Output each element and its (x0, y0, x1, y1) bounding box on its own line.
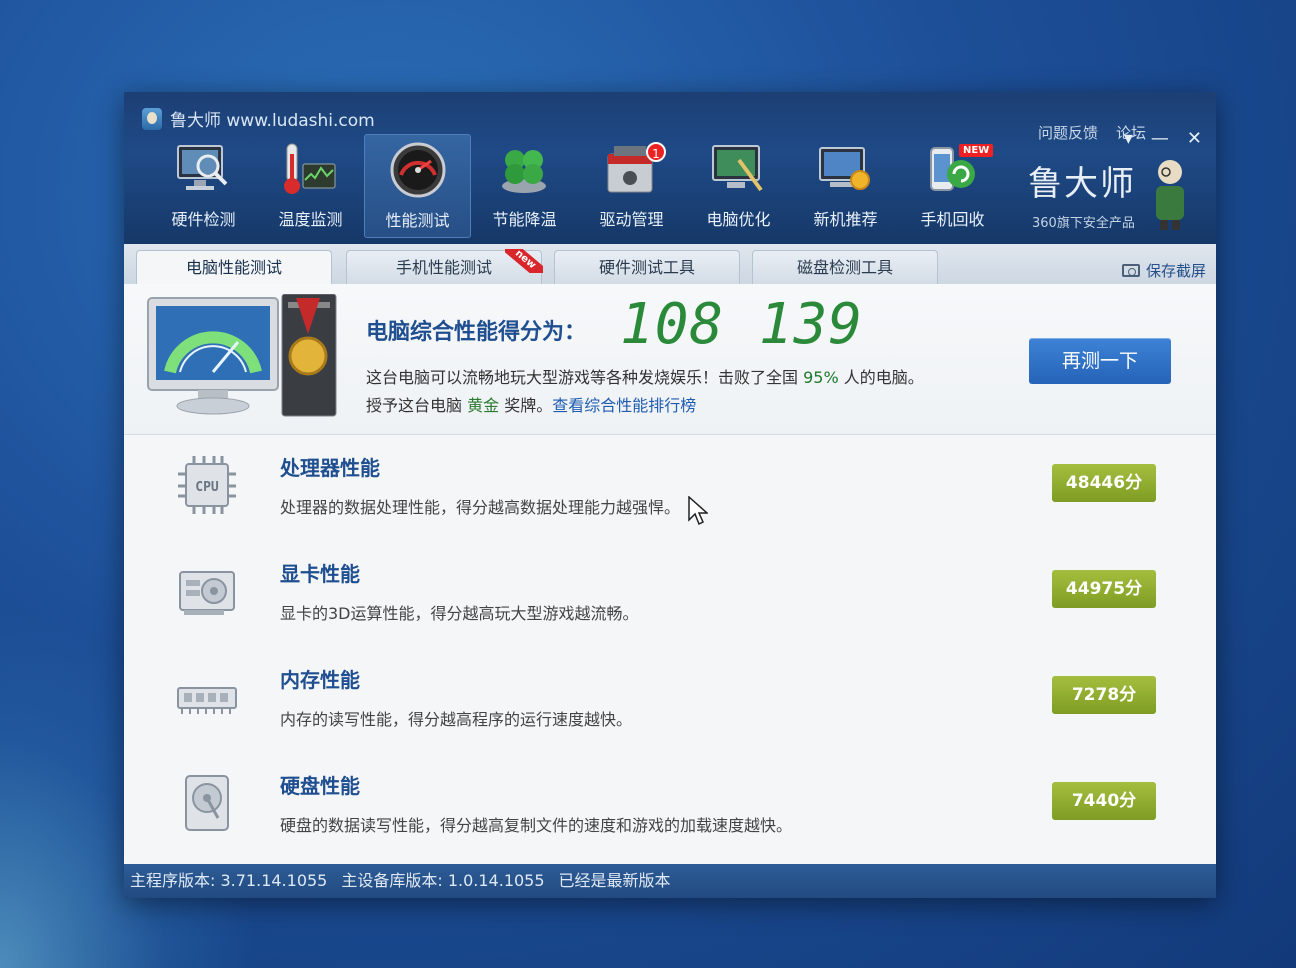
tab-pc-performance[interactable]: 电脑性能测试 (136, 250, 332, 286)
mascot-icon (1156, 160, 1184, 230)
window-controls: ▾ — ✕ (1124, 128, 1202, 149)
row-description: 处理器的数据处理性能，得分越高数据处理能力越强悍。 (280, 498, 681, 517)
main-nav: 硬件检测 温度监测 性能测试 节能降温 1 驱动管理 电脑优化 新机推荐 NEW… (150, 134, 1006, 238)
tab-label: 硬件测试工具 (598, 258, 695, 277)
row-disk: 硬盘性能 硬盘的数据读写性能，得分越高复制文件的速度和游戏的加载速度越快。 74… (124, 752, 1216, 858)
nav-item-energy-saving[interactable]: 节能降温 (471, 134, 578, 238)
app-logo-icon (142, 107, 162, 130)
score-badge: 7440分 (1052, 782, 1156, 820)
score-summary: 电脑综合性能得分为： 108 139 这台电脑可以流畅地玩大型游戏等各种发烧娱乐… (124, 284, 1216, 435)
brand-area: 鲁大师 360旗下安全产品 (1028, 150, 1188, 240)
row-title: 显卡性能 (280, 562, 360, 586)
score-badge: 48446分 (1052, 464, 1156, 502)
main-version: 主程序版本: 3.71.14.1055 (130, 871, 328, 890)
tab-hardware-tools[interactable]: 硬件测试工具 (554, 250, 740, 284)
broom-monitor-icon (712, 145, 763, 192)
new-corner-badge: new (505, 249, 543, 273)
ranking-link[interactable]: 查看综合性能排行榜 (552, 396, 696, 415)
tab-bar: 电脑性能测试 手机性能测试 new 硬件测试工具 磁盘检测工具 保存截屏 (124, 244, 1216, 286)
new-badge: NEW (959, 144, 994, 157)
hard-disk-icon (185, 775, 229, 831)
tab-label: 磁盘检测工具 (796, 258, 893, 277)
nav-label: 节能降温 (492, 210, 557, 229)
score-desc-b: 人的电脑。 (843, 368, 924, 387)
tab-label: 手机性能测试 (395, 258, 492, 277)
nav-item-new-pc[interactable]: 新机推荐 (792, 134, 899, 238)
row-description: 显卡的3D运算性能，得分越高玩大型游戏越流畅。 (280, 604, 639, 623)
score-desc-a: 这台电脑可以流畅地玩大型游戏等各种发烧娱乐！击败了全国 (366, 368, 799, 387)
tab-disk-tools[interactable]: 磁盘检测工具 (752, 250, 938, 284)
save-screenshot-button[interactable]: 保存截屏 (1121, 260, 1206, 281)
app-title: 鲁大师 www.ludashi.com (142, 106, 375, 131)
row-gpu: 显卡性能 显卡的3D运算性能，得分越高玩大型游戏越流畅。 44975分 (124, 540, 1216, 646)
row-title: 内存性能 (280, 668, 360, 692)
nav-label: 性能测试 (385, 211, 450, 230)
row-cpu: CPU 处理器性能 处理器的数据处理性能，得分越高数据处理能力越强悍。 4844… (124, 434, 1216, 540)
nav-label: 硬件检测 (171, 210, 236, 229)
tab-phone-performance[interactable]: 手机性能测试 new (346, 249, 543, 284)
update-count-badge: 1 (646, 142, 666, 162)
cpu-chip-icon: CPU (178, 456, 236, 514)
medal-description: 授予这台电脑 黄金 奖牌。查看综合性能排行榜 (366, 392, 696, 416)
total-score-value: 108 139 (620, 292, 864, 357)
save-screenshot-label: 保存截屏 (1145, 262, 1206, 280)
memory-stick-icon (177, 687, 237, 714)
camera-icon (1121, 264, 1140, 277)
cpu-icon-label: CPU (195, 480, 219, 495)
row-memory: 内存性能 内存的读写性能，得分越高程序的运行速度越快。 7278分 (124, 646, 1216, 752)
nav-item-hardware-check[interactable]: 硬件检测 (150, 134, 257, 238)
nav-label: 驱动管理 (599, 210, 664, 229)
medal-type: 黄金 (467, 396, 500, 415)
retest-button[interactable]: 再测一下 (1029, 338, 1171, 384)
nav-label: 新机推荐 (813, 210, 878, 229)
nav-item-driver-management[interactable]: 1 驱动管理 (578, 134, 685, 238)
row-title: 硬盘性能 (280, 774, 360, 798)
tab-label: 电脑性能测试 (185, 258, 282, 277)
row-description: 硬盘的数据读写性能，得分越高复制文件的速度和游戏的加载速度越快。 (280, 816, 793, 835)
clover-leaf-icon (502, 150, 546, 193)
score-description: 这台电脑可以流畅地玩大型游戏等各种发烧娱乐！击败了全国 95% 人的电脑。 (366, 364, 924, 388)
nav-item-temperature[interactable]: 温度监测 (257, 134, 364, 238)
update-status: 已经是最新版本 (558, 871, 671, 890)
brand-subtitle: 360旗下安全产品 (1032, 216, 1135, 231)
score-badge: 44975分 (1052, 570, 1156, 608)
new-pc-medal-icon (819, 147, 870, 190)
medal-desc-b: 奖牌。 (504, 396, 553, 415)
close-button[interactable]: ✕ (1187, 128, 1202, 149)
row-description: 内存的读写性能，得分越高程序的运行速度越快。 (280, 710, 633, 729)
brand-name: 鲁大师 (1028, 164, 1136, 204)
thermometer-icon (284, 143, 336, 194)
app-title-text: 鲁大师 www.ludashi.com (170, 111, 375, 131)
minimize-button[interactable]: — (1151, 128, 1169, 149)
device-db-version: 主设备库版本: 1.0.14.1055 (341, 871, 545, 890)
nav-label: 电脑优化 (706, 210, 771, 229)
medal-desc-a: 授予这台电脑 (366, 396, 463, 415)
hardware-monitor-icon (177, 145, 228, 190)
nav-item-performance-test[interactable]: 性能测试 (364, 134, 471, 238)
nav-label: 手机回收 (920, 210, 985, 229)
computer-gauge-illustration (147, 294, 337, 417)
menu-dropdown-icon[interactable]: ▾ (1124, 128, 1133, 149)
nav-item-phone-recycle[interactable]: NEW 手机回收 (899, 134, 1006, 238)
graphics-card-icon (179, 571, 235, 615)
total-score-title: 电脑综合性能得分为： (366, 320, 587, 345)
app-window: 鲁大师 www.ludashi.com 问题反馈 论坛 ▾ — ✕ 硬件检测 温… (124, 92, 1216, 898)
beat-percentage: 95% (803, 368, 839, 387)
feedback-link[interactable]: 问题反馈 (1038, 122, 1098, 143)
nav-item-pc-optimize[interactable]: 电脑优化 (685, 134, 792, 238)
score-badge: 7278分 (1052, 676, 1156, 714)
nav-label: 温度监测 (278, 210, 343, 229)
mouse-cursor-icon (688, 496, 708, 526)
row-title: 处理器性能 (280, 456, 380, 480)
speedometer-icon (390, 142, 446, 198)
title-bar: 鲁大师 www.ludashi.com 问题反馈 论坛 ▾ — ✕ 硬件检测 温… (124, 92, 1216, 244)
new-corner-text: new (505, 249, 543, 273)
status-bar: 主程序版本: 3.71.14.1055 主设备库版本: 1.0.14.1055 … (124, 864, 1216, 898)
